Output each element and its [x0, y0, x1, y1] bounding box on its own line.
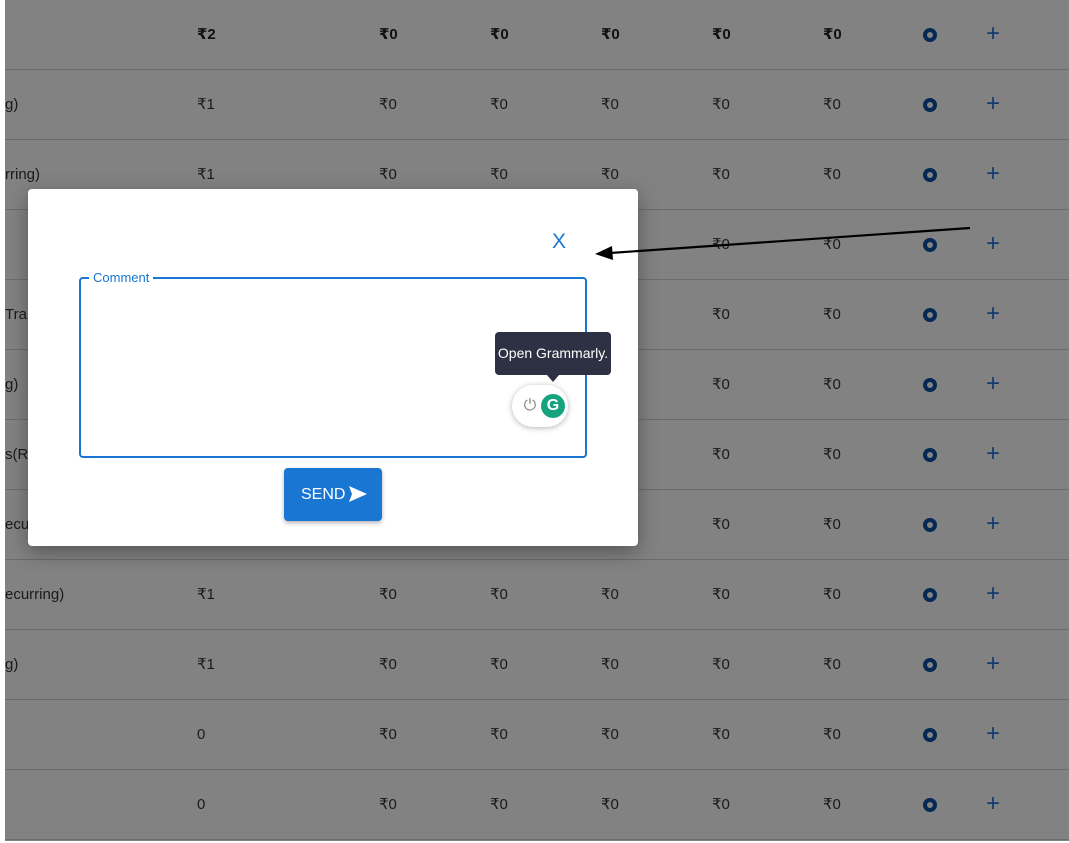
annotation-arrow-head — [595, 246, 613, 260]
annotation-arrow-line — [609, 226, 971, 255]
annotation-arrow — [595, 226, 971, 260]
